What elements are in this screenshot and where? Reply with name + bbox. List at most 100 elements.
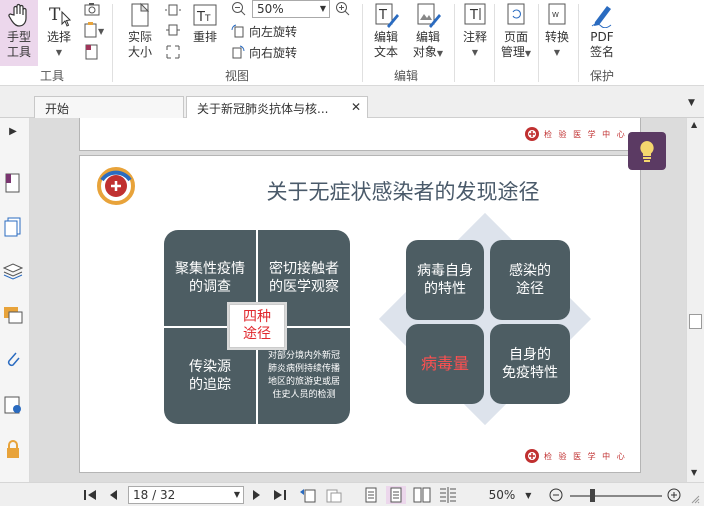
factor-text: 自身的 (509, 347, 551, 363)
lock-icon[interactable] (0, 436, 26, 462)
scroll-up-icon[interactable]: ▲ (691, 120, 697, 129)
select-tool-button[interactable]: T 选择 ▼ (42, 0, 76, 66)
factor-text: 病毒自身 (417, 263, 473, 279)
tab-list-dropdown-icon[interactable]: ▼ (688, 98, 695, 108)
page-manage-label-2: 管理▼ (500, 45, 532, 59)
edit-text-label-1: 编辑 (373, 30, 398, 44)
next-page-icon[interactable] (250, 486, 264, 504)
quadrant-text: 的医学观察 (269, 279, 339, 295)
chevron-down-icon: ▼ (553, 48, 561, 57)
group-label-edit: 编辑 (393, 69, 418, 83)
continuous-view-icon[interactable] (386, 486, 406, 504)
first-page-icon[interactable] (82, 486, 98, 504)
fit-visible-icon[interactable] (165, 44, 181, 63)
rotate-left-label: 向左旋转 (249, 24, 298, 39)
thumbnails-icon[interactable] (0, 214, 26, 240)
resize-grip-icon[interactable] (690, 493, 700, 504)
bookmark-icon[interactable] (0, 170, 26, 196)
quadrant-text: 地区的旅游史或居 (267, 377, 340, 387)
zoom-out-icon[interactable] (231, 1, 247, 20)
scroll-down-icon[interactable]: ▼ (691, 468, 697, 477)
close-icon[interactable]: ✕ (351, 100, 361, 114)
group-label-protect: 保护 (589, 69, 614, 83)
document-view[interactable]: 检 验 医 学 中 心 关于无症状感染者的发现途径 聚集性疫情 的调查 密切接触… (30, 118, 686, 482)
pdf-sign-button[interactable]: PDF 签名 (584, 0, 620, 66)
signature-icon[interactable] (0, 392, 26, 418)
next-view-icon[interactable] (324, 486, 344, 504)
department-logo: 检 验 医 学 中 心 (524, 448, 627, 464)
zoom-out-button[interactable] (548, 486, 564, 504)
separator (494, 4, 495, 82)
camera-icon[interactable] (84, 2, 100, 19)
previous-view-icon[interactable] (298, 486, 318, 504)
annotation-button[interactable]: T 注释 ▼ (458, 0, 492, 66)
attachment-icon[interactable] (0, 346, 26, 372)
rotate-left-button[interactable]: 向左旋转 (231, 21, 297, 41)
rotate-right-label: 向右旋转 (249, 45, 298, 60)
tips-button[interactable] (628, 132, 666, 170)
convert-icon: W (544, 2, 570, 28)
zoom-level[interactable]: 50% ▼ (478, 486, 542, 504)
last-page-icon[interactable] (272, 486, 288, 504)
expand-panel-icon[interactable]: ▶ (0, 118, 26, 144)
convert-button[interactable]: W 转换 ▼ (540, 0, 574, 66)
fit-width-icon[interactable] (165, 22, 181, 41)
two-page-continuous-icon[interactable] (438, 486, 458, 504)
page-manage-label-1: 页面 (503, 30, 528, 44)
quadrant-text: 对部分境内外新冠 (267, 351, 340, 361)
svg-text:W: W (552, 11, 559, 19)
separator (454, 4, 455, 82)
scroll-thumb[interactable] (689, 314, 702, 329)
left-panel-toolbar: ▶ (0, 118, 30, 482)
hand-tool-button[interactable]: 手型 工具 (0, 0, 38, 66)
zoom-slider-knob[interactable] (590, 489, 595, 502)
factor-viral-load: 病毒量 (406, 324, 484, 404)
previous-page-icon[interactable] (106, 486, 120, 504)
tab-document[interactable]: 关于新冠肺炎抗体与核... ✕ (186, 96, 368, 118)
factor-text: 途径 (516, 281, 544, 297)
svg-text:T: T (49, 5, 61, 25)
ribbon-toolbar: 手型 工具 T 选择 ▼ ▼ 实际 大小 T T 重排 50% ▼ 向左旋转 向右… (0, 0, 704, 86)
chevron-down-icon: ▼ (525, 490, 532, 500)
previous-page: 检 验 医 学 中 心 (80, 118, 640, 150)
two-page-view-icon[interactable] (412, 486, 432, 504)
tab-start[interactable]: 开始 (34, 96, 184, 118)
center-text: 四种 (243, 309, 271, 325)
page-manage-button[interactable]: 页面 管理▼ (496, 0, 536, 66)
edit-object-label-1: 编辑 (415, 30, 440, 44)
actual-size-button[interactable]: 实际 大小 (120, 0, 160, 66)
fit-page-icon[interactable] (165, 2, 181, 21)
edit-text-button[interactable]: T 编辑 文本 (368, 0, 404, 66)
vertical-scrollbar[interactable]: ▲ ▼ (686, 118, 704, 482)
single-page-view-icon[interactable] (362, 486, 380, 504)
tab-start-label: 开始 (45, 102, 70, 116)
convert-label: 转换 (544, 30, 569, 44)
comment-icon[interactable] (0, 302, 26, 328)
edit-object-button[interactable]: 编辑 对象▼ (408, 0, 448, 66)
zoom-in-icon[interactable] (335, 1, 351, 20)
quadrant-text: 的调查 (189, 279, 231, 295)
zoom-select[interactable]: 50% ▼ (252, 0, 330, 18)
factor-immune-properties: 自身的 免疫特性 (490, 324, 570, 404)
reflow-button[interactable]: TT 重排 (188, 0, 222, 66)
edit-object-icon (415, 2, 441, 28)
zoom-in-button[interactable] (666, 486, 682, 504)
actual-size-label-1: 实际 (127, 30, 152, 44)
zoom-value: 50% (257, 2, 284, 16)
zoom-slider-track[interactable] (570, 495, 662, 497)
page-manage-icon (503, 2, 529, 28)
document-tab-bar: 开始 关于新冠肺炎抗体与核... ✕ ▼ (0, 86, 704, 118)
quadrant-text: 传染源 (189, 359, 231, 375)
factor-text: 感染的 (509, 263, 551, 279)
layers-icon[interactable] (0, 258, 26, 284)
slide-emblem (96, 166, 136, 209)
separator (578, 4, 579, 82)
rotate-right-icon (231, 45, 245, 59)
rotate-right-button[interactable]: 向右旋转 (231, 42, 297, 62)
clipboard-icon[interactable]: ▼ (84, 22, 106, 41)
center-label: 四种 途径 (229, 304, 285, 348)
page-icon[interactable] (84, 44, 100, 63)
page-number-input[interactable]: 18 / 32 ▼ (128, 486, 244, 504)
pdf-sign-label-1: PDF (590, 30, 614, 44)
annotation-icon: T (462, 2, 488, 28)
